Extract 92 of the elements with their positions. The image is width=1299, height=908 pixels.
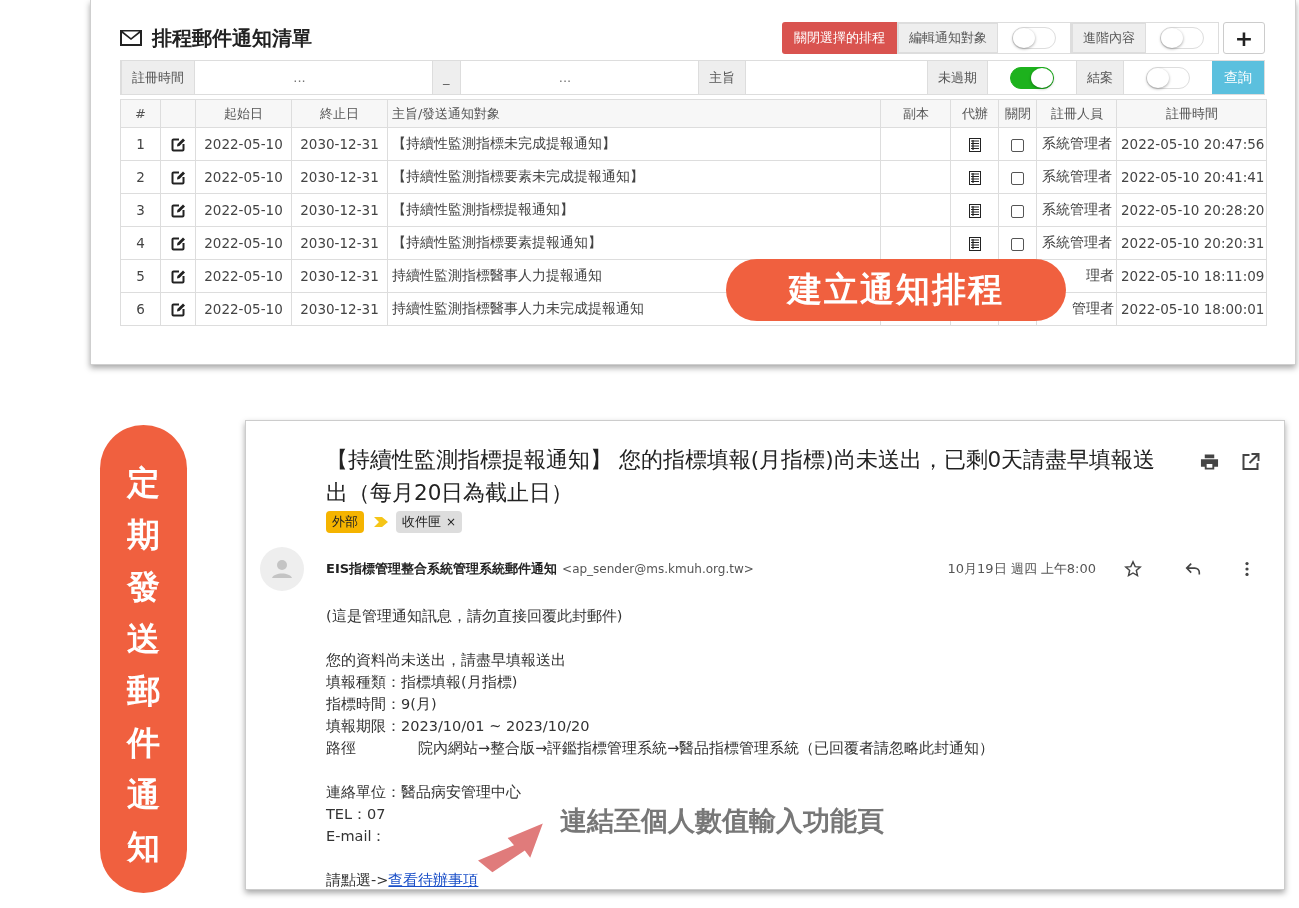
checkbox[interactable] (1011, 171, 1024, 185)
star-icon[interactable] (1124, 560, 1142, 578)
column-header: 主旨/發送通知對象 (392, 105, 501, 121)
email-text: 指標時間：9(月) (326, 696, 437, 712)
table-cell: 2022-05-10 (204, 268, 283, 284)
label-tag[interactable]: 收件匣 × (396, 511, 463, 533)
table-cell: 2030-12-31 (300, 202, 379, 218)
table-cell: 【持續性監測指標要素未完成提報通知】 (392, 168, 644, 184)
importance-icon (374, 517, 388, 527)
sender-address: <ap_sender@ms.kmuh.org.tw> (562, 562, 755, 576)
table-cell: 持續性監測指標醫事人力提報通知 (392, 267, 602, 283)
table-cell: 2030-12-31 (300, 268, 379, 284)
table-cell: 【持續性監測指標未完成提報通知】 (392, 135, 616, 151)
table-cell: 1 (136, 136, 145, 152)
edit-icon[interactable] (171, 204, 185, 218)
table-cell: 2030-12-31 (300, 136, 379, 152)
table-cell: 2022-05-10 (204, 169, 283, 185)
checkbox[interactable] (1011, 138, 1024, 152)
column-header: 終止日 (320, 105, 359, 121)
table-cell: 系統管理者 (1041, 234, 1112, 250)
edit-icon[interactable] (171, 270, 185, 284)
list-icon[interactable] (968, 138, 981, 152)
table-cell: 系統管理者 (1041, 201, 1112, 217)
avatar-icon (260, 547, 304, 591)
table-cell: 管理者 (1072, 300, 1114, 316)
column-header: 代辦 (961, 105, 988, 121)
envelope-icon (120, 30, 142, 46)
table-cell: 2022-05-10 20:47:56 (1121, 136, 1265, 152)
table-cell: 2 (136, 169, 145, 185)
column-header: 註冊時間 (1165, 105, 1218, 121)
checkbox[interactable] (1011, 237, 1024, 251)
table-cell: 【持續性監測指標要素提報通知】 (392, 234, 602, 250)
table-cell: 2022-05-10 (204, 202, 283, 218)
table-cell: 2022-05-10 20:41:41 (1121, 169, 1265, 185)
table-cell: 理者 (1086, 267, 1114, 283)
print-icon[interactable] (1200, 453, 1219, 471)
table-cell: 6 (136, 301, 145, 317)
table-cell: 2022-05-10 20:20:31 (1121, 235, 1265, 251)
table-cell: 2022-05-10 (204, 136, 283, 152)
table-cell: 2022-05-10 18:00:01 (1121, 301, 1265, 317)
column-header: 關閉 (1004, 105, 1031, 121)
table-cell: 2030-12-31 (300, 169, 379, 185)
todo-link[interactable]: 查看待辦事項 (388, 872, 479, 888)
checkbox[interactable] (1011, 204, 1024, 218)
table-cell: 2030-12-31 (300, 301, 379, 317)
list-icon[interactable] (968, 237, 981, 251)
table-cell: 3 (136, 202, 145, 218)
email-text: 填報種類：指標填報(月指標) (326, 674, 518, 690)
toggle-label: 進階內容 (1072, 23, 1146, 53)
external-link-icon[interactable] (1241, 453, 1260, 471)
more-icon[interactable] (1244, 560, 1250, 578)
table-cell: 2022-05-10 18:11:09 (1121, 268, 1265, 284)
toggle-label: 編輯通知對象 (898, 23, 998, 53)
table-cell: 2030-12-31 (300, 235, 379, 251)
table-cell: 4 (136, 235, 145, 251)
table-cell: 2022-05-10 (204, 235, 283, 251)
callout-label: 定期發送郵件通知 (100, 425, 187, 893)
table-cell: 【持續性監測指標提報通知】 (392, 201, 574, 217)
email-text: 路徑 (326, 740, 356, 756)
sender-name: EIS指標管理整合系統管理系統郵件通知 (326, 560, 558, 578)
column-header: 副本 (902, 105, 929, 121)
email-text: (這是管理通知訊息，請勿直接回覆此封郵件) (326, 608, 623, 624)
table-cell: 2022-05-10 20:28:20 (1121, 202, 1265, 218)
column-header: 註冊人員 (1050, 105, 1103, 121)
list-icon[interactable] (968, 204, 981, 218)
callout-label: 連結至個人數值輸入功能頁 (560, 804, 884, 838)
table-cell: 2022-05-10 (204, 301, 283, 317)
label-tag[interactable]: 外部 (326, 511, 364, 533)
edit-icon[interactable] (171, 138, 185, 152)
close-selected-button[interactable]: 關閉選擇的排程 (782, 22, 897, 54)
email-text: 請點選-> (326, 872, 389, 888)
table-cell: 持續性監測指標醫事人力未完成提報通知 (392, 300, 644, 316)
email-date: 10月19日 週四 上午8:00 (947, 560, 1096, 578)
email-text: 連絡單位：醫品病安管理中心 (326, 784, 521, 800)
edit-icon[interactable] (171, 237, 185, 251)
email-subject: 【持續性監測指標提報通知】 您的指標填報(月指標)尚未送出，已剩0天請盡早填報送出（每月20日為截止日） (326, 446, 1157, 507)
panel-title: 排程郵件通知清單 (152, 24, 312, 52)
column-header: # (135, 106, 146, 121)
table-cell: 系統管理者 (1041, 168, 1112, 184)
list-icon[interactable] (968, 171, 981, 185)
callout-label: 建立通知排程 (726, 259, 1066, 321)
add-button[interactable]: + (1223, 22, 1265, 54)
edit-icon[interactable] (171, 303, 185, 317)
table-cell: 系統管理者 (1041, 135, 1112, 151)
email-text: E-mail： (326, 828, 387, 844)
email-text: 院內網站→整合版→評鑑指標管理系統→醫品指標管理系統（已回覆者請忽略此封通知） (418, 740, 995, 756)
column-header: 起始日 (224, 105, 263, 121)
table-cell: 5 (136, 268, 145, 284)
email-text: 您的資料尚未送出，請盡早填報送出 (326, 652, 566, 668)
email-text: TEL：07 (326, 806, 386, 822)
email-text: 填報期限：2023/10/01 ~ 2023/10/20 (326, 718, 590, 734)
edit-icon[interactable] (171, 171, 185, 185)
